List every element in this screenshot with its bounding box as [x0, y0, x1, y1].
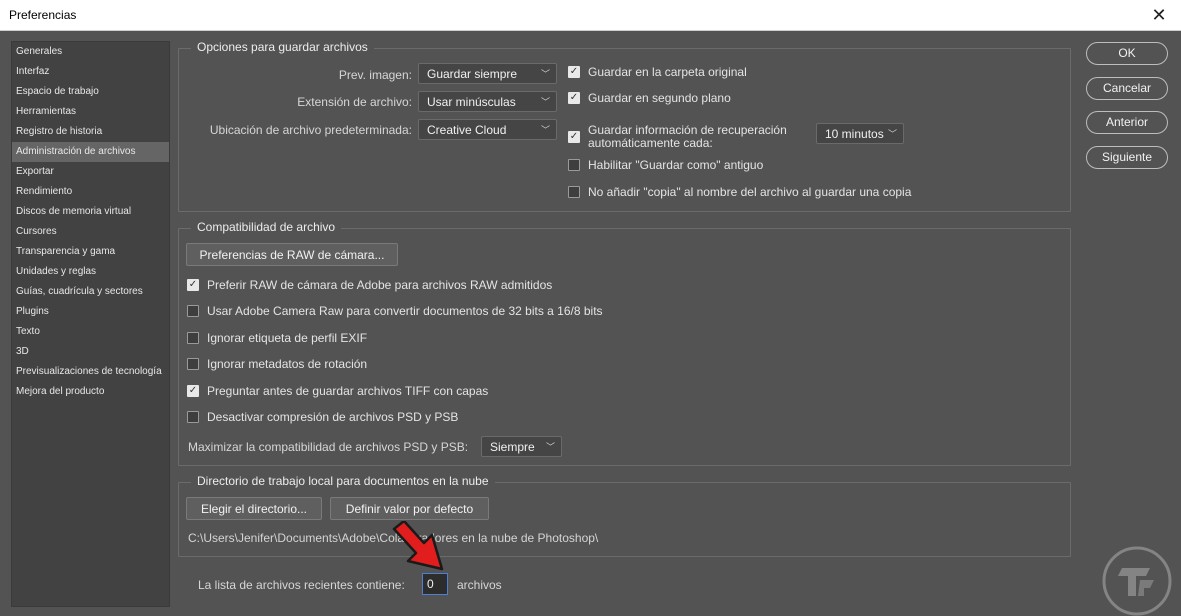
watermark-logo-icon	[1102, 546, 1172, 616]
checkbox-box	[187, 358, 199, 370]
extension-select[interactable]: Usar minúsculas ﹀	[418, 91, 557, 112]
recovery-interval-select[interactable]: 10 minutos ﹀	[816, 123, 904, 144]
checkbox-box: ✓	[187, 385, 199, 397]
chevron-down-icon: ﹀	[540, 97, 550, 107]
save-original-folder-label: Guardar en la carpeta original	[588, 65, 747, 79]
recovery-interval-value: 10 minutos	[825, 127, 884, 141]
sidebar-item[interactable]: Discos de memoria virtual	[12, 202, 169, 222]
checkmark-icon: ✓	[188, 385, 198, 396]
sidebar-item[interactable]: Generales	[12, 42, 169, 62]
sidebar-item[interactable]: Exportar	[12, 162, 169, 182]
checkmark-icon: ✓	[569, 66, 579, 77]
checkbox-box	[187, 411, 199, 423]
no-copy-suffix-label: No añadir "copia" al nombre del archivo …	[588, 185, 912, 199]
ignore-rotation-checkbox[interactable]: Ignorar metadatos de rotación	[187, 357, 367, 371]
cancel-button[interactable]: Cancelar	[1086, 77, 1168, 100]
window-title: Preferencias	[9, 8, 77, 22]
sidebar-item[interactable]: Administración de archivos	[12, 142, 169, 162]
auto-recovery-label-line2: automáticamente cada:	[588, 136, 713, 150]
default-location-label: Ubicación de archivo predeterminada:	[209, 123, 412, 137]
set-default-button[interactable]: Definir valor por defecto	[330, 497, 489, 520]
ok-button[interactable]: OK	[1086, 42, 1168, 65]
checkmark-icon: ✓	[569, 92, 579, 103]
checkbox-box: ✓	[568, 92, 580, 104]
auto-recovery-label: Guardar información de recuperación auto…	[588, 124, 787, 150]
preview-select-value: Guardar siempre	[427, 67, 518, 81]
chevron-down-icon: ﹀	[887, 129, 897, 139]
extension-select-value: Usar minúsculas	[427, 95, 516, 109]
checkbox-box	[187, 305, 199, 317]
sidebar-item[interactable]: Mejora del producto	[12, 382, 169, 402]
sidebar-item[interactable]: Interfaz	[12, 62, 169, 82]
ignore-exif-label: Ignorar etiqueta de perfil EXIF	[207, 331, 368, 345]
sidebar-item[interactable]: Espacio de trabajo	[12, 82, 169, 102]
ignore-rotation-label: Ignorar metadatos de rotación	[207, 357, 368, 371]
checkbox-box	[568, 186, 580, 198]
sidebar-item[interactable]: Texto	[12, 322, 169, 342]
preview-select[interactable]: Guardar siempre ﹀	[418, 63, 557, 84]
sidebar-item[interactable]: Unidades y reglas	[12, 262, 169, 282]
sidebar-item[interactable]: Guías, cuadrícula y sectores	[12, 282, 169, 302]
use-camera-raw-32bit-label: Usar Adobe Camera Raw para convertir doc…	[207, 304, 603, 318]
checkmark-icon: ✓	[569, 131, 579, 142]
sidebar-item[interactable]: 3D	[12, 342, 169, 362]
legacy-save-as-label: Habilitar "Guardar como" antiguo	[588, 158, 764, 172]
checkbox-box	[568, 159, 580, 171]
cloud-directory-legend: Directorio de trabajo local para documen…	[191, 474, 495, 488]
no-copy-suffix-checkbox[interactable]: No añadir "copia" al nombre del archivo …	[568, 185, 911, 199]
sidebar-item[interactable]: Cursores	[12, 222, 169, 242]
next-button[interactable]: Siguiente	[1086, 146, 1168, 169]
sidebar-item[interactable]: Herramientas	[12, 102, 169, 122]
prefer-adobe-raw-label: Preferir RAW de cámara de Adobe para arc…	[207, 278, 553, 292]
chevron-down-icon: ﹀	[545, 442, 555, 452]
legacy-save-as-checkbox[interactable]: Habilitar "Guardar como" antiguo	[568, 158, 763, 172]
checkbox-box: ✓	[568, 131, 580, 143]
disable-psd-compression-checkbox[interactable]: Desactivar compresión de archivos PSD y …	[187, 410, 458, 424]
extension-label: Extensión de archivo:	[297, 95, 412, 109]
checkmark-icon: ✓	[188, 279, 198, 290]
maximize-compat-label: Maximizar la compatibilidad de archivos …	[188, 440, 469, 454]
chevron-down-icon: ﹀	[540, 125, 550, 135]
checkbox-box	[187, 332, 199, 344]
use-camera-raw-32bit-checkbox[interactable]: Usar Adobe Camera Raw para convertir doc…	[187, 304, 603, 318]
save-background-label: Guardar en segundo plano	[588, 91, 731, 105]
chevron-down-icon: ﹀	[540, 69, 550, 79]
default-location-select-value: Creative Cloud	[427, 123, 507, 137]
previous-button[interactable]: Anterior	[1086, 111, 1168, 134]
save-options-legend: Opciones para guardar archivos	[191, 40, 374, 54]
sidebar-item[interactable]: Plugins	[12, 302, 169, 322]
preferences-sidebar: Generales Interfaz Espacio de trabajo Herra…	[11, 41, 170, 607]
save-original-folder-checkbox[interactable]: ✓ Guardar en la carpeta original	[568, 65, 747, 79]
maximize-compat-value: Siempre	[490, 440, 535, 454]
auto-recovery-label-line1: Guardar información de recuperación	[588, 123, 787, 137]
checkbox-box: ✓	[568, 66, 580, 78]
title-bar: Preferencias ✕	[0, 0, 1181, 31]
sidebar-item[interactable]: Rendimiento	[12, 182, 169, 202]
dialog-content: Generales Interfaz Espacio de trabajo Herra…	[0, 31, 1181, 616]
ask-tiff-layers-label: Preguntar antes de guardar archivos TIFF…	[207, 384, 489, 398]
auto-recovery-checkbox[interactable]: ✓ Guardar información de recuperación au…	[568, 124, 787, 150]
recent-files-unit: archivos	[457, 578, 502, 592]
annotation-arrow-icon	[392, 521, 444, 571]
close-icon[interactable]: ✕	[1137, 0, 1181, 30]
save-background-checkbox[interactable]: ✓ Guardar en segundo plano	[568, 91, 731, 105]
camera-raw-preferences-button[interactable]: Preferencias de RAW de cámara...	[186, 243, 398, 266]
maximize-compat-select[interactable]: Siempre ﹀	[481, 436, 562, 457]
ask-tiff-layers-checkbox[interactable]: ✓ Preguntar antes de guardar archivos TI…	[187, 384, 488, 398]
disable-psd-compression-label: Desactivar compresión de archivos PSD y …	[207, 410, 459, 424]
sidebar-item[interactable]: Transparencia y gama	[12, 242, 169, 262]
sidebar-item[interactable]: Registro de historia	[12, 122, 169, 142]
file-compatibility-legend: Compatibilidad de archivo	[191, 220, 342, 234]
prefer-adobe-raw-checkbox[interactable]: ✓ Preferir RAW de cámara de Adobe para a…	[187, 278, 552, 292]
checkbox-box: ✓	[187, 279, 199, 291]
preview-label: Prev. imagen:	[338, 68, 412, 82]
ignore-exif-checkbox[interactable]: Ignorar etiqueta de perfil EXIF	[187, 331, 367, 345]
choose-directory-button[interactable]: Elegir el directorio...	[186, 497, 322, 520]
sidebar-item[interactable]: Previsualizaciones de tecnología	[12, 362, 169, 382]
default-location-select[interactable]: Creative Cloud ﹀	[418, 119, 557, 140]
recent-files-label: La lista de archivos recientes contiene:	[198, 578, 405, 592]
